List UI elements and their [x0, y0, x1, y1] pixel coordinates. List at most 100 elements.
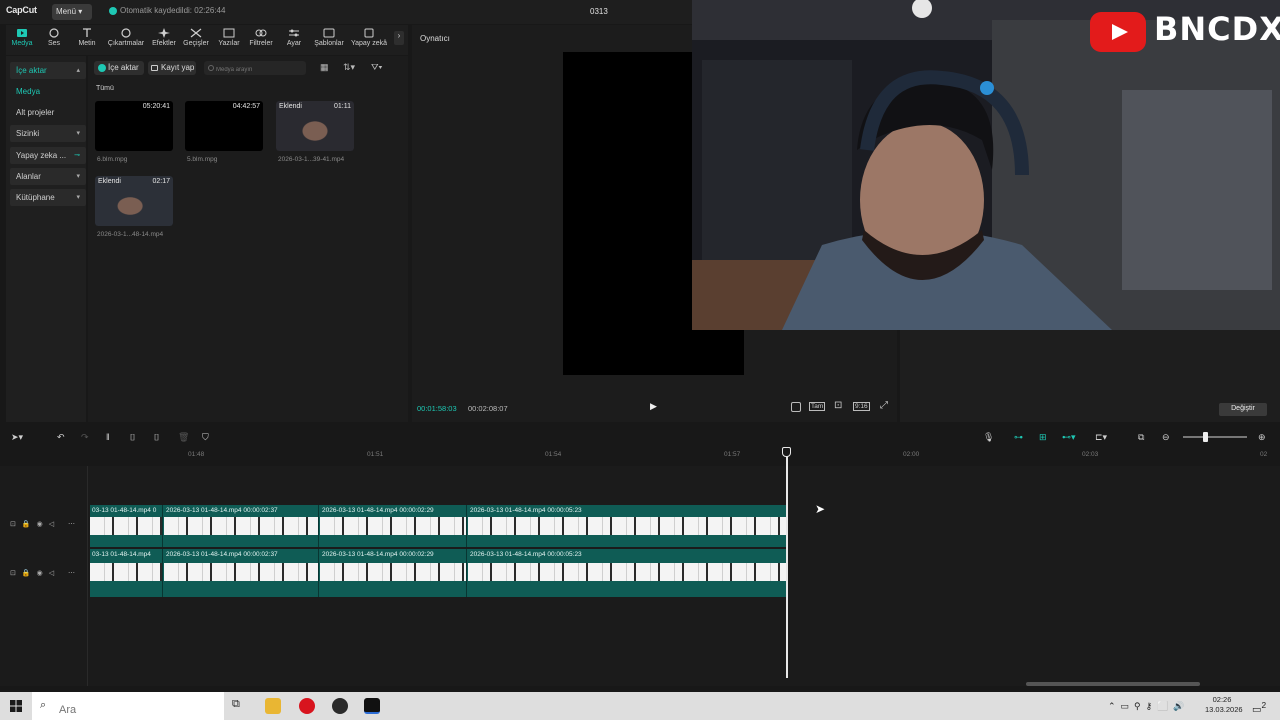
play-icon[interactable]: ▶: [650, 401, 657, 412]
media-item[interactable]: 05:20:41: [95, 101, 173, 151]
adjust-icon: [288, 28, 300, 38]
toolbar-scroll-right-button[interactable]: ›: [394, 31, 404, 45]
split-icon[interactable]: ǁ: [106, 432, 110, 442]
caption-icon[interactable]: ⧉: [1138, 432, 1144, 443]
media-item[interactable]: Eklendi 02:17: [95, 176, 173, 226]
grid-view-icon[interactable]: ▦: [320, 62, 329, 73]
tab-label: Geçişler: [183, 40, 209, 47]
chevron-up-icon: ▴: [76, 67, 80, 74]
nav-label: Kütüphane: [16, 193, 55, 202]
undo-icon[interactable]: ↶: [57, 432, 65, 443]
tab-effects[interactable]: Efektler: [149, 25, 179, 55]
timeline-clip[interactable]: 03-13 01-48-14.mp4 0: [90, 505, 163, 547]
task-view-icon[interactable]: ⧉: [232, 698, 248, 714]
timeline-clip[interactable]: 2026-03-13 01-48-14.mp4 00:00:05:23: [468, 549, 786, 597]
media-item[interactable]: 04:42:57: [185, 101, 263, 151]
opera-icon[interactable]: [299, 698, 315, 714]
timeline-clip[interactable]: 2026-03-13 01-48-14.mp4 00:00:02:29: [320, 549, 467, 597]
screenshot-icon[interactable]: ⊡: [834, 400, 842, 411]
fullscreen-icon[interactable]: ⤢: [880, 400, 888, 411]
microphone-icon[interactable]: 🎙: [983, 432, 994, 443]
sticker-icon: [120, 28, 132, 38]
nav-ai[interactable]: Yapay zeka ... ⊸: [10, 147, 86, 164]
transitions-icon: [190, 28, 202, 38]
timeline-clip[interactable]: 2026-03-13 01-48-14.mp4 00:00:02:37: [164, 549, 319, 597]
nav-spaces[interactable]: Alanlar ▾: [10, 168, 86, 185]
preview-axis-icon[interactable]: ⊏▾: [1095, 432, 1107, 443]
tab-label: Yazılar: [218, 40, 240, 47]
nav-yours[interactable]: Sizinki ▾: [10, 125, 86, 142]
tab-label: Efektler: [152, 40, 176, 47]
zoom-in-icon[interactable]: ⊕: [1258, 432, 1266, 443]
tab-templates[interactable]: Şablonlar: [313, 25, 345, 55]
playhead[interactable]: [786, 450, 788, 678]
nav-media[interactable]: Medya: [10, 83, 86, 100]
menu-button[interactable]: Menü ▾: [52, 4, 92, 20]
tab-captions[interactable]: Yazılar: [215, 25, 243, 55]
redo-icon[interactable]: ↷: [81, 432, 89, 443]
tab-ai[interactable]: Yapay zekâ: [349, 25, 389, 55]
camera-icon: [151, 65, 158, 71]
trim-right-icon[interactable]: ⌷: [154, 432, 159, 443]
tab-filters[interactable]: Filtreler: [246, 25, 276, 55]
tab-audio[interactable]: Ses: [44, 25, 64, 55]
clip-label: 2026-03-13 01-48-14.mp4 00:00:02:37: [166, 507, 278, 514]
media-name: 6.blm.mpg: [97, 156, 128, 163]
system-tray-icons[interactable]: ⌃▭⚲⚷⬜🔊: [1108, 701, 1190, 712]
record-button[interactable]: Kayıt yap: [148, 61, 196, 75]
snap-icon[interactable]: ⊞: [1039, 432, 1047, 443]
trim-left-icon[interactable]: ⌷: [130, 432, 135, 443]
tab-adjust[interactable]: Ayar: [282, 25, 306, 55]
tab-text[interactable]: Metin: [76, 25, 98, 55]
zoom-slider-handle[interactable]: [1203, 432, 1208, 442]
clock-time: 02:26: [1212, 695, 1232, 704]
obs-icon[interactable]: [332, 698, 348, 714]
link-icon[interactable]: ⊶: [1014, 432, 1023, 443]
track-controls[interactable]: ⊡🔒◉◁ ⋯: [10, 569, 81, 577]
tab-label: Çıkartmalar: [107, 40, 145, 47]
tab-label: Şablonlar: [314, 40, 344, 47]
zoom-out-icon[interactable]: ⊖: [1162, 432, 1170, 443]
timeline-ruler[interactable]: [88, 448, 1280, 462]
aspect-ratio-button[interactable]: 9:16: [853, 402, 870, 411]
delete-icon[interactable]: 🗑: [178, 432, 189, 443]
effects-icon: [158, 28, 170, 38]
nav-library[interactable]: Kütüphane ▾: [10, 189, 86, 206]
notification-icon[interactable]: ▭2: [1252, 700, 1266, 715]
filter-icon[interactable]: ⛛▾: [371, 62, 382, 73]
taskbar-search-input[interactable]: [32, 692, 224, 720]
change-button[interactable]: Değiştir: [1219, 403, 1267, 416]
filter-all-label[interactable]: Tümü: [96, 85, 114, 92]
video-track[interactable]: 03-13 01-48-14.mp4 2026-03-13 01-48-14.m…: [90, 549, 786, 597]
nav-import[interactable]: İçe aktar ▴: [10, 62, 86, 79]
clip-label: 03-13 01-48-14.mp4 0: [92, 507, 157, 514]
track-controls[interactable]: ⊡🔒◉◁ ⋯: [10, 520, 81, 528]
windows-start-icon[interactable]: [10, 700, 22, 712]
capcut-taskbar-icon[interactable]: [364, 698, 380, 714]
quality-button[interactable]: Tam: [809, 402, 826, 411]
timeline-clip[interactable]: 2026-03-13 01-48-14.mp4 00:00:05:23: [468, 505, 786, 547]
magnet-icon[interactable]: ⊷▾: [1062, 432, 1076, 443]
timeline-clip[interactable]: 2026-03-13 01-48-14.mp4 00:00:02:37: [164, 505, 319, 547]
file-explorer-icon[interactable]: [265, 698, 281, 714]
zoom-slider[interactable]: [1183, 436, 1247, 438]
shield-icon[interactable]: ⛉: [202, 432, 209, 443]
tab-stickers[interactable]: Çıkartmalar: [106, 25, 146, 55]
select-tool-icon[interactable]: ➤▾: [11, 432, 23, 443]
media-search-input[interactable]: [204, 61, 306, 75]
tab-transitions[interactable]: Geçişler: [181, 25, 211, 55]
tab-media[interactable]: Medya: [8, 25, 36, 55]
nav-sub-projects[interactable]: Alt projeler: [10, 104, 86, 121]
playhead-handle[interactable]: [782, 447, 791, 457]
taskbar-clock[interactable]: 02:26 13.03.2026: [1205, 695, 1243, 715]
timeline-clip[interactable]: 2026-03-13 01-48-14.mp4 00:00:02:29: [320, 505, 467, 547]
sort-icon[interactable]: ⇅▾: [343, 62, 355, 73]
clock-date: 13.03.2026: [1205, 705, 1243, 714]
timeline-clip[interactable]: 03-13 01-48-14.mp4: [90, 549, 163, 597]
audio-meter-icon[interactable]: [791, 402, 801, 412]
media-duration: 02:17: [152, 178, 170, 185]
video-track[interactable]: 03-13 01-48-14.mp4 0 2026-03-13 01-48-14…: [90, 505, 786, 547]
timeline-scrollbar[interactable]: [1026, 682, 1200, 686]
nav-label: Medya: [16, 87, 41, 96]
media-item[interactable]: Eklendi 01:11: [276, 101, 354, 151]
